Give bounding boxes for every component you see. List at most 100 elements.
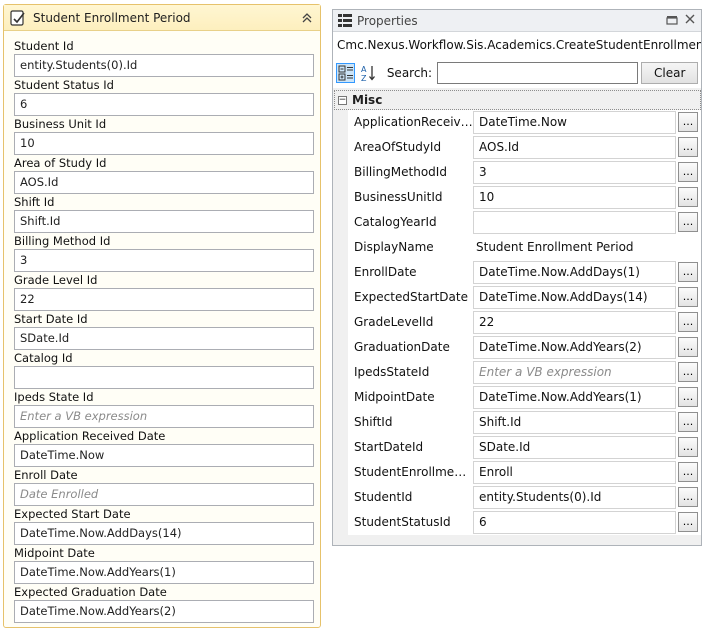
property-value[interactable]: Enter a VB expression bbox=[473, 360, 676, 384]
expression-editor-button[interactable]: ... bbox=[678, 262, 698, 282]
property-row[interactable]: MidpointDate DateTime.Now.AddYears(1)... bbox=[348, 385, 701, 410]
double-chevron-up-icon[interactable] bbox=[300, 11, 314, 25]
property-value[interactable]: DateTime.Now.AddDays(1) bbox=[473, 260, 676, 284]
expression-editor-button[interactable]: ... bbox=[678, 512, 698, 532]
student-id-input[interactable]: entity.Students(0).Id bbox=[14, 54, 314, 77]
property-name: StudentStatusId bbox=[354, 515, 451, 529]
field-enroll-date: Enroll Date Date Enrolled bbox=[14, 467, 314, 506]
property-row[interactable]: GradeLevelId 22... bbox=[348, 310, 701, 335]
business-unit-id-input[interactable]: 10 bbox=[14, 132, 314, 155]
property-value[interactable]: AOS.Id bbox=[473, 135, 676, 159]
expected-start-date-input[interactable]: DateTime.Now.AddDays(14) bbox=[14, 522, 314, 545]
property-row[interactable]: StudentEnrollmentP... Enroll... bbox=[348, 460, 701, 485]
properties-title: Properties bbox=[357, 13, 418, 28]
activity-designer[interactable]: Student Enrollment Period Student Id enti… bbox=[3, 4, 321, 628]
expression-editor-button[interactable]: ... bbox=[678, 387, 698, 407]
field-label: Midpoint Date bbox=[14, 546, 95, 560]
shift-id-input[interactable]: Shift.Id bbox=[14, 210, 314, 233]
property-value[interactable]: DateTime.Now.AddYears(1) bbox=[473, 385, 676, 409]
expression-editor-button[interactable]: ... bbox=[678, 487, 698, 507]
expression-editor-button[interactable]: ... bbox=[678, 112, 698, 132]
ipeds-state-id-input[interactable]: Enter a VB expression bbox=[14, 405, 314, 428]
selected-object-type: Cmc.Nexus.Workflow.Sis.Academics.CreateS… bbox=[333, 32, 701, 58]
expression-editor-button[interactable]: ... bbox=[678, 312, 698, 332]
property-value[interactable]: 10 bbox=[473, 185, 676, 209]
close-icon[interactable] bbox=[683, 14, 697, 28]
properties-titlebar[interactable]: Properties bbox=[333, 10, 701, 32]
expression-editor-button[interactable]: ... bbox=[678, 137, 698, 157]
student-status-id-input[interactable]: 6 bbox=[14, 93, 314, 116]
expression-editor-button[interactable]: ... bbox=[678, 337, 698, 357]
property-name: StudentEnrollmentP... bbox=[354, 465, 473, 479]
expression-editor-button[interactable]: ... bbox=[678, 162, 698, 182]
expression-editor-button[interactable]: ... bbox=[678, 462, 698, 482]
field-label: Expected Graduation Date bbox=[14, 585, 167, 599]
property-row[interactable]: BillingMethodId 3... bbox=[348, 160, 701, 185]
expression-editor-button[interactable]: ... bbox=[678, 287, 698, 307]
property-row[interactable]: ShiftId Shift.Id... bbox=[348, 410, 701, 435]
start-date-id-input[interactable]: SDate.Id bbox=[14, 327, 314, 350]
properties-toolbar: A Z Search: Clear bbox=[333, 58, 701, 88]
property-row[interactable]: GraduationDate DateTime.Now.AddYears(2)..… bbox=[348, 335, 701, 360]
property-name: StartDateId bbox=[354, 440, 424, 454]
area-of-study-id-input[interactable]: AOS.Id bbox=[14, 171, 314, 194]
property-value[interactable]: 3 bbox=[473, 160, 676, 184]
collapse-category-icon[interactable]: − bbox=[338, 95, 347, 105]
property-row[interactable]: StudentStatusId 6... bbox=[348, 510, 701, 535]
sort-alphabetical-icon[interactable]: A Z bbox=[358, 63, 377, 83]
field-label: Start Date Id bbox=[14, 312, 88, 326]
application-received-date-input[interactable]: DateTime.Now bbox=[14, 444, 314, 467]
property-value[interactable]: DateTime.Now.AddDays(14) bbox=[473, 285, 676, 309]
field-student-id: Student Id entity.Students(0).Id bbox=[14, 38, 314, 77]
field-label: Area of Study Id bbox=[14, 156, 107, 170]
property-value[interactable]: Enroll bbox=[473, 460, 676, 484]
property-row[interactable]: IpedsStateId Enter a VB expression... bbox=[348, 360, 701, 385]
property-row[interactable]: StartDateId SDate.Id... bbox=[348, 435, 701, 460]
expression-editor-button[interactable]: ... bbox=[678, 187, 698, 207]
property-name: MidpointDate bbox=[354, 390, 435, 404]
catalog-id-input[interactable] bbox=[14, 366, 314, 389]
property-value[interactable]: Student Enrollment Period bbox=[473, 235, 676, 259]
property-value[interactable]: Shift.Id bbox=[473, 410, 676, 434]
expected-graduation-date-input[interactable]: DateTime.Now.AddYears(2) bbox=[14, 600, 314, 623]
expression-editor-button[interactable]: ... bbox=[678, 437, 698, 457]
property-row[interactable]: EnrollDate DateTime.Now.AddDays(1)... bbox=[348, 260, 701, 285]
property-row[interactable]: CatalogYearId... bbox=[348, 210, 701, 235]
billing-method-id-input[interactable]: 3 bbox=[14, 249, 314, 272]
property-row[interactable]: ApplicationReceive... DateTime.Now... bbox=[348, 110, 701, 135]
property-value[interactable]: DateTime.Now.AddYears(2) bbox=[473, 335, 676, 359]
expression-editor-button[interactable]: ... bbox=[678, 362, 698, 382]
property-row[interactable]: AreaOfStudyId AOS.Id... bbox=[348, 135, 701, 160]
midpoint-date-input[interactable]: DateTime.Now.AddYears(1) bbox=[14, 561, 314, 584]
field-label: Business Unit Id bbox=[14, 117, 107, 131]
pin-icon[interactable] bbox=[665, 14, 679, 28]
field-business-unit-id: Business Unit Id 10 bbox=[14, 116, 314, 155]
field-label: Grade Level Id bbox=[14, 273, 98, 287]
property-value[interactable] bbox=[473, 210, 676, 234]
activity-icon bbox=[9, 9, 27, 27]
clear-button[interactable]: Clear bbox=[641, 62, 699, 84]
activity-title: Student Enrollment Period bbox=[33, 10, 191, 25]
property-value[interactable]: DateTime.Now bbox=[473, 110, 676, 134]
field-billing-method-id: Billing Method Id 3 bbox=[14, 233, 314, 272]
expression-editor-button[interactable]: ... bbox=[678, 412, 698, 432]
property-value[interactable]: SDate.Id bbox=[473, 435, 676, 459]
expression-editor-button[interactable]: ... bbox=[678, 212, 698, 232]
property-name: CatalogYearId bbox=[354, 215, 437, 229]
property-name: EnrollDate bbox=[354, 265, 417, 279]
property-row[interactable]: DisplayName Student Enrollment Period bbox=[348, 235, 701, 260]
grade-level-id-input[interactable]: 22 bbox=[14, 288, 314, 311]
category-misc[interactable]: − Misc bbox=[334, 90, 701, 110]
property-value[interactable]: 6 bbox=[473, 510, 676, 534]
categorized-icon[interactable] bbox=[336, 63, 356, 83]
activity-header[interactable]: Student Enrollment Period bbox=[4, 5, 320, 31]
property-row[interactable]: ExpectedStartDate DateTime.Now.AddDays(14… bbox=[348, 285, 701, 310]
property-row[interactable]: BusinessUnitId 10... bbox=[348, 185, 701, 210]
property-row[interactable]: StudentId entity.Students(0).Id... bbox=[348, 485, 701, 510]
property-value[interactable]: 22 bbox=[473, 310, 676, 334]
search-input[interactable] bbox=[437, 62, 639, 84]
enroll-date-input[interactable]: Date Enrolled bbox=[14, 483, 314, 506]
property-value[interactable]: entity.Students(0).Id bbox=[473, 485, 676, 509]
field-area-of-study-id: Area of Study Id AOS.Id bbox=[14, 155, 314, 194]
